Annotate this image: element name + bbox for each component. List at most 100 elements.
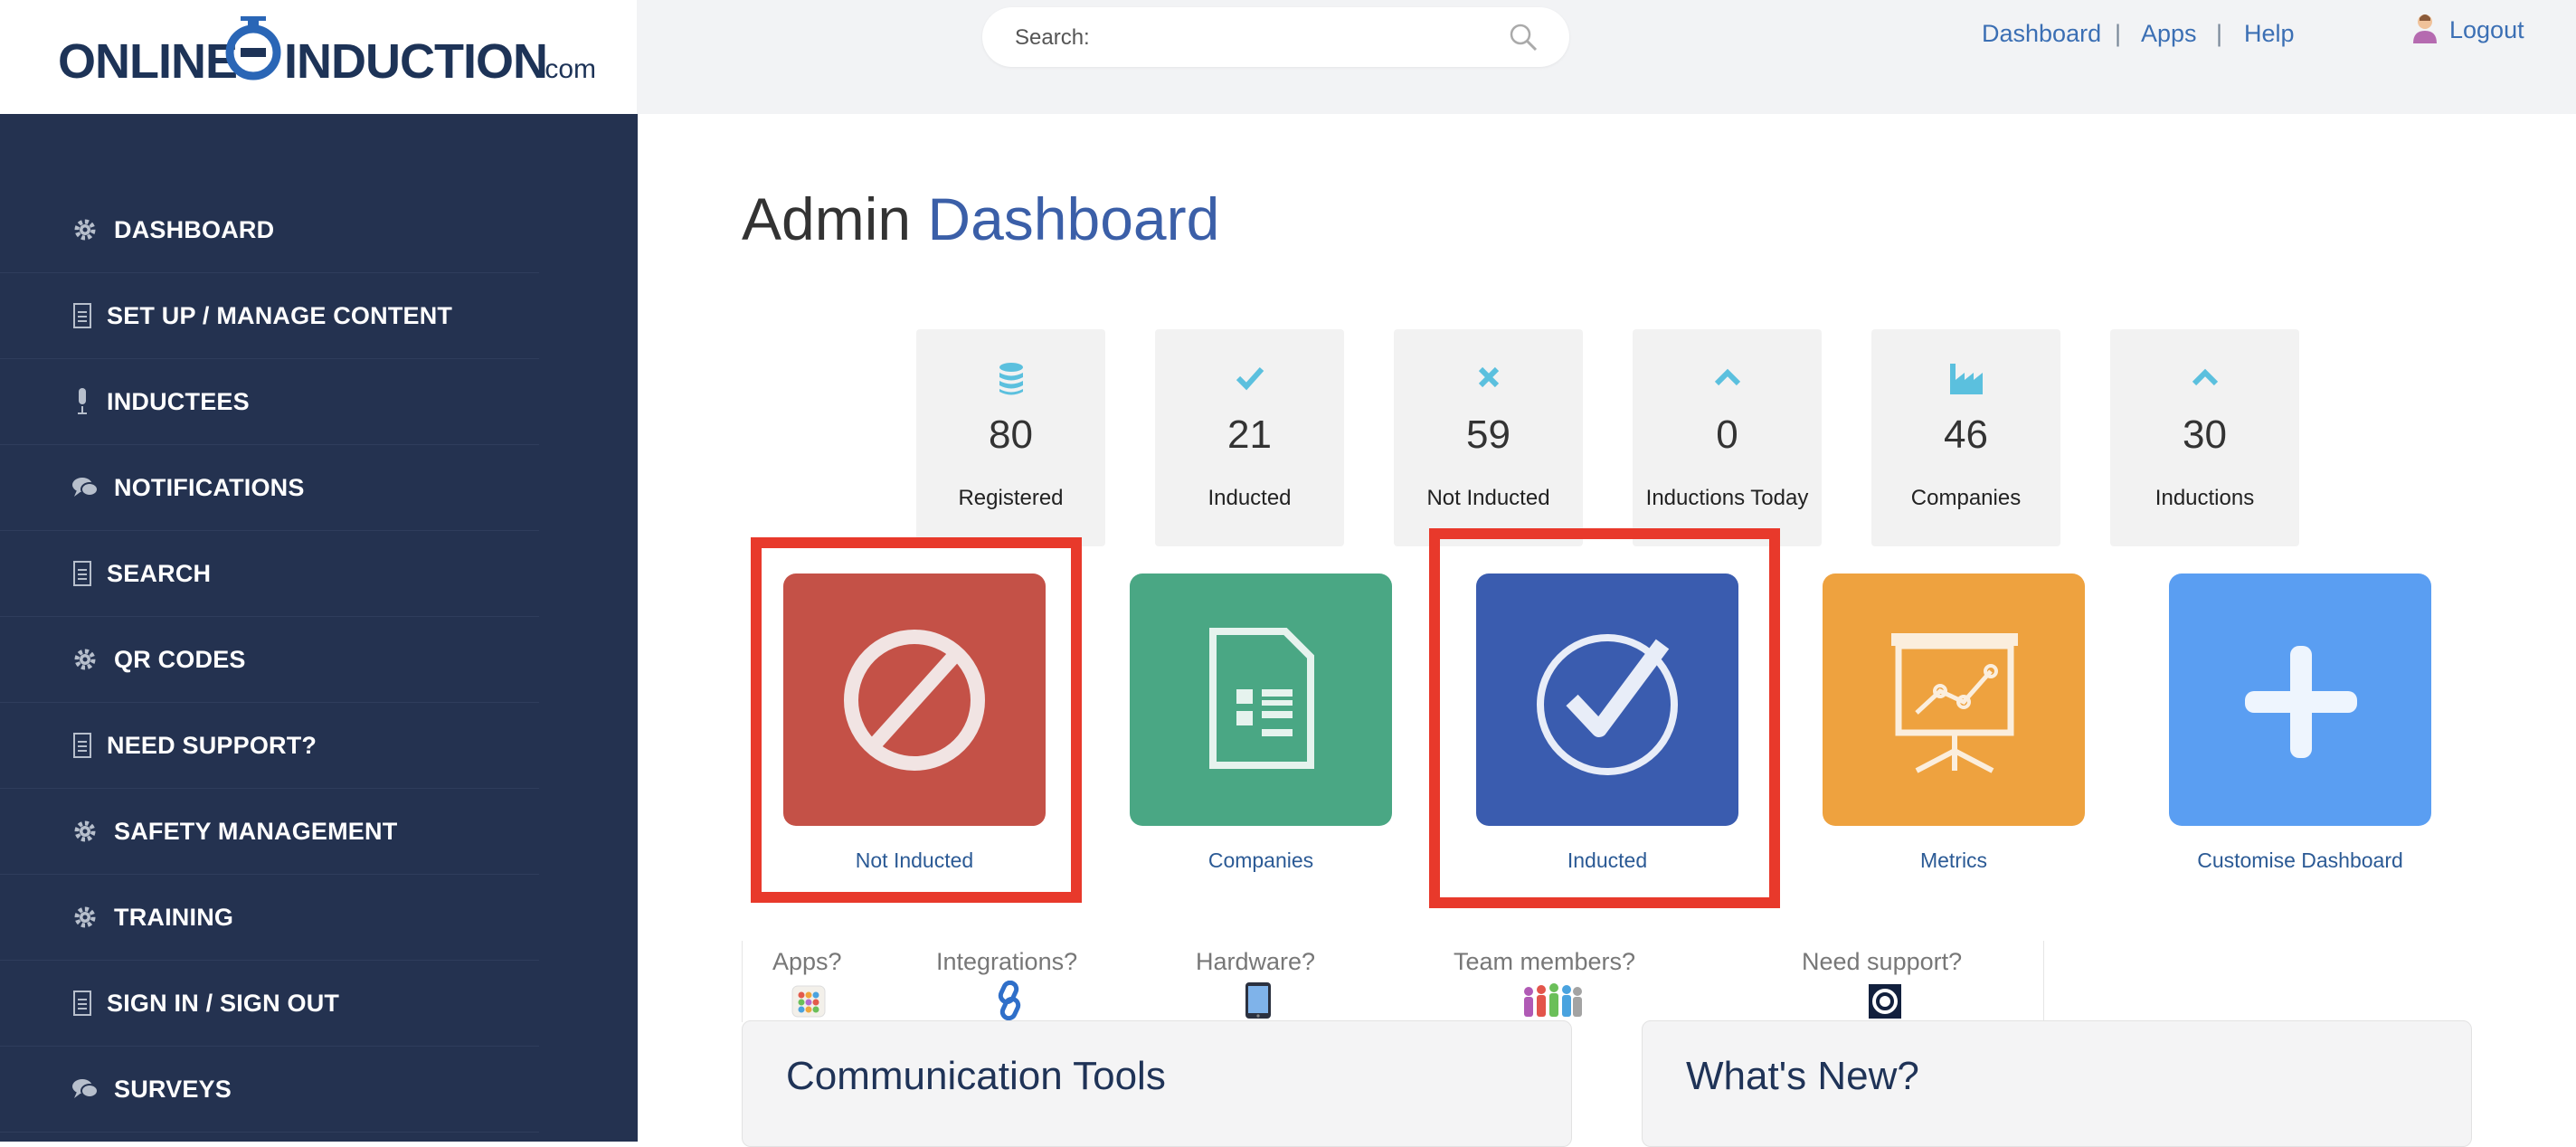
chevron-up-icon (2110, 362, 2299, 398)
top-nav-dashboard[interactable]: Dashboard (1982, 20, 2101, 48)
sidebar-item-label: DASHBOARD (114, 215, 275, 243)
help-link-integrations[interactable]: Integrations? (936, 948, 1077, 976)
chat-icon (71, 1075, 99, 1104)
chat-icon (71, 473, 99, 502)
link-icon[interactable] (991, 981, 1028, 1020)
search-icon[interactable] (1508, 22, 1539, 52)
document-icon (72, 989, 92, 1018)
sidebar-item-safety-management[interactable]: SAFETY MANAGEMENT (0, 789, 539, 875)
chevron-up-icon (1633, 362, 1822, 398)
gear-icon (71, 645, 99, 674)
tablet-icon[interactable] (1240, 981, 1276, 1020)
sidebar-item-label: NEED SUPPORT? (107, 731, 317, 759)
microphone-icon (72, 387, 92, 416)
presentation-chart-icon (1891, 633, 2018, 773)
logo-text-right: INDUCTION (284, 34, 547, 89)
stat-label: Companies (1910, 486, 2022, 510)
check-circle-icon (1537, 634, 1678, 775)
stat-value: 80 (989, 412, 1033, 457)
stat-card-not-inducted: 59 Not Inducted (1394, 329, 1583, 546)
sidebar-item-label: SURVEYS (114, 1075, 232, 1103)
top-nav-separator: | (2216, 20, 2223, 47)
sidebar-item-label: SET UP / MANAGE CONTENT (107, 301, 453, 329)
page-title-plain: Admin (742, 185, 912, 252)
sidebar-item-need-support[interactable]: NEED SUPPORT? (0, 703, 539, 789)
document-icon (72, 559, 92, 588)
communication-tools-title: Communication Tools (786, 1054, 1166, 1098)
search-label: Search: (1015, 25, 1090, 50)
stat-value: 0 (1716, 412, 1738, 457)
help-link-hardware[interactable]: Hardware? (1196, 948, 1315, 976)
top-bar (637, 0, 2576, 114)
onlineinduction-logo[interactable]: ONLINE INDUCTION .com (58, 16, 601, 98)
sidebar: DASHBOARD SET UP / MANAGE CONTENT INDUCT… (0, 114, 638, 1142)
stat-value: 21 (1227, 412, 1272, 457)
tile-not-inducted[interactable] (783, 574, 1046, 826)
top-nav-apps[interactable]: Apps (2141, 20, 2197, 48)
tile-inducted[interactable] (1476, 574, 1738, 826)
whats-new-title: What's New? (1686, 1054, 1919, 1098)
tile-label-inducted[interactable]: Inducted (1476, 848, 1738, 873)
team-icon[interactable] (1520, 981, 1583, 1020)
logo-area[interactable]: ONLINE INDUCTION .com (25, 0, 596, 112)
database-icon (916, 362, 1105, 398)
sidebar-item-label: SIGN IN / SIGN OUT (107, 989, 340, 1017)
gear-icon (71, 817, 99, 846)
stat-label: Inducted (1208, 486, 1292, 510)
stat-label: Inductions Today (1645, 486, 1809, 510)
user-icon (2413, 14, 2437, 43)
tile-metrics[interactable] (1823, 574, 2085, 826)
plus-icon (2245, 646, 2357, 758)
sidebar-item-dashboard[interactable]: DASHBOARD (0, 187, 539, 273)
gear-icon (71, 215, 99, 244)
help-link-apps[interactable]: Apps? (772, 948, 842, 976)
sidebar-item-manage-content[interactable]: SET UP / MANAGE CONTENT (0, 273, 539, 359)
sidebar-item-label: TRAINING (114, 903, 234, 931)
sidebar-item-inductees[interactable]: INDUCTEES (0, 359, 539, 445)
sidebar-item-label: SEARCH (107, 559, 212, 587)
prohibited-icon (844, 630, 985, 771)
tile-label-customise-dashboard[interactable]: Customise Dashboard (2169, 848, 2431, 873)
sidebar-item-training[interactable]: TRAINING (0, 875, 539, 961)
tile-label-companies[interactable]: Companies (1130, 848, 1392, 873)
page-title-accent: Dashboard (927, 185, 1220, 252)
support-icon[interactable] (1867, 981, 1903, 1020)
logo-suffix: .com (537, 54, 596, 84)
apps-grid-icon[interactable] (791, 981, 827, 1020)
search-box[interactable]: Search: (982, 7, 1569, 67)
gear-icon (71, 903, 99, 932)
stat-card-registered: 80 Registered (916, 329, 1105, 546)
help-link-need-support[interactable]: Need support? (1802, 948, 1962, 976)
tile-label-not-inducted[interactable]: Not Inducted (783, 848, 1046, 873)
stat-card-companies: 46 Companies (1871, 329, 2060, 546)
sidebar-item-notifications[interactable]: NOTIFICATIONS (0, 445, 539, 531)
document-icon (72, 301, 92, 330)
top-nav-help[interactable]: Help (2244, 20, 2295, 48)
stat-card-inducted: 21 Inducted (1155, 329, 1344, 546)
sidebar-item-surveys[interactable]: SURVEYS (0, 1047, 539, 1133)
sidebar-item-label: SAFETY MANAGEMENT (114, 817, 398, 845)
stat-value: 30 (2183, 412, 2227, 457)
cross-icon (1394, 362, 1583, 398)
sidebar-item-label: INDUCTEES (107, 387, 250, 415)
tile-label-metrics[interactable]: Metrics (1823, 848, 2085, 873)
checkmark-icon (1155, 362, 1344, 398)
sidebar-item-qr-codes[interactable]: QR CODES (0, 617, 539, 703)
help-link-team-members[interactable]: Team members? (1454, 948, 1635, 976)
tile-customise-dashboard[interactable] (2169, 574, 2431, 826)
whats-new-panel: What's New? (1642, 1020, 2472, 1147)
sidebar-item-label: NOTIFICATIONS (114, 473, 305, 501)
logo-text-left: ONLINE (58, 34, 237, 89)
document-icon (72, 731, 92, 760)
stat-value: 46 (1944, 412, 1988, 457)
sidebar-item-sign-in-out[interactable]: SIGN IN / SIGN OUT (0, 961, 539, 1047)
stat-card-inductions: 30 Inductions (2110, 329, 2299, 546)
stat-card-inductions-today: 0 Inductions Today (1633, 329, 1822, 546)
sidebar-item-label: QR CODES (114, 645, 246, 673)
logout-link[interactable]: Logout (2449, 16, 2524, 44)
stat-value: 59 (1466, 412, 1511, 457)
stat-label: Inductions (2155, 486, 2255, 510)
tile-companies[interactable] (1130, 574, 1392, 826)
page-title: Admin Dashboard (742, 185, 1219, 253)
sidebar-item-search[interactable]: SEARCH (0, 531, 539, 617)
